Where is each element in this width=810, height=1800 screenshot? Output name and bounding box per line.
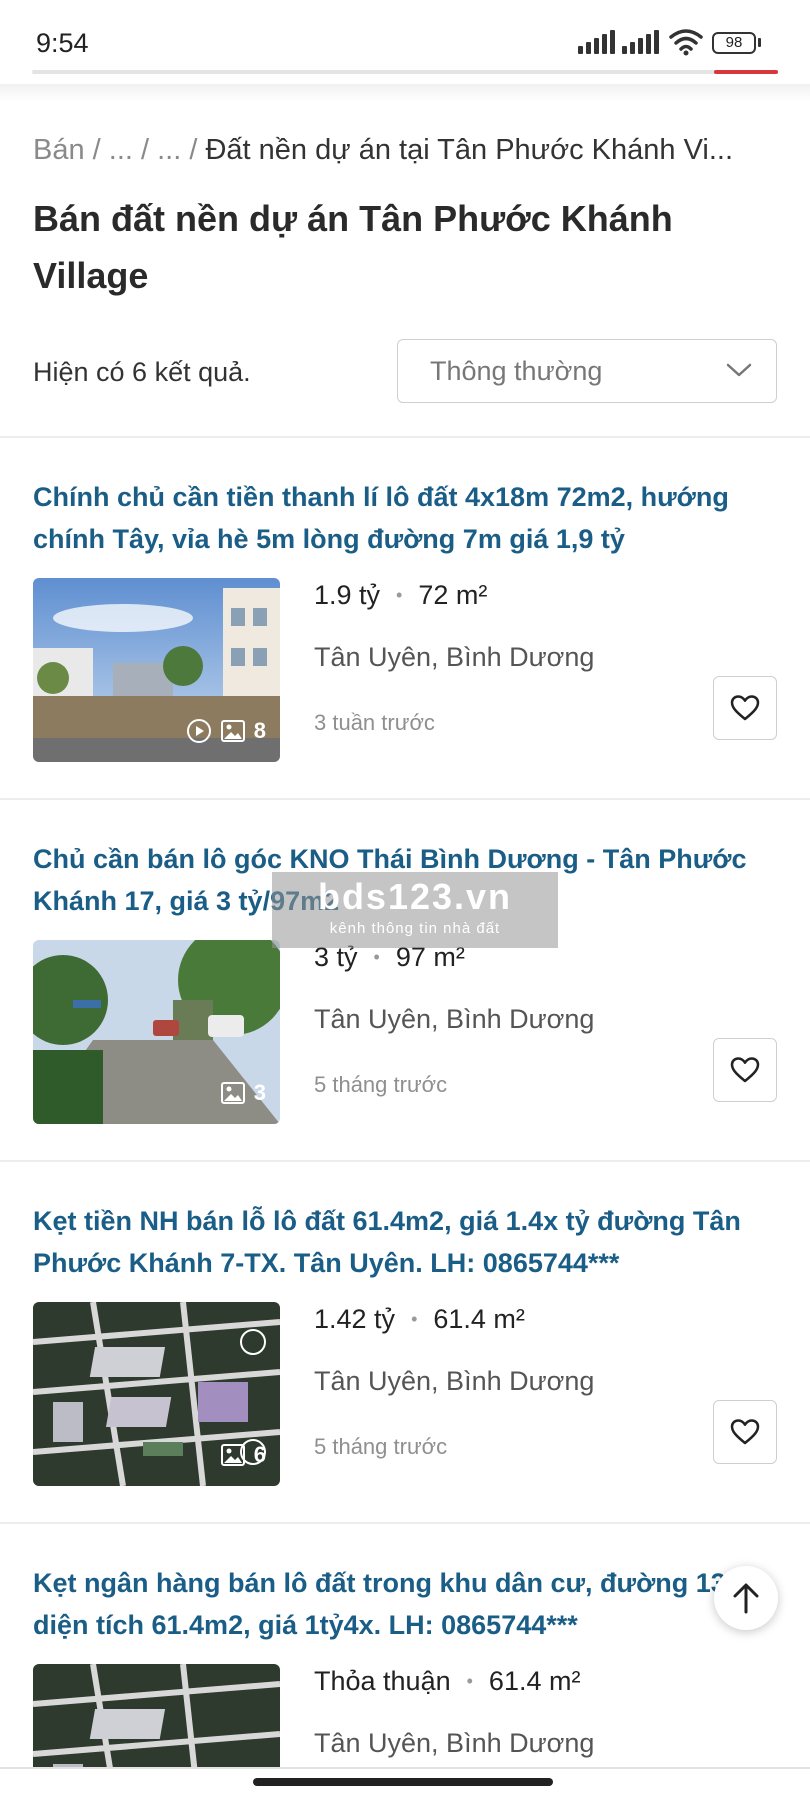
battery-icon: 98 <box>712 32 756 54</box>
save-favorite-button[interactable] <box>713 676 777 740</box>
listing-card[interactable]: Kẹt ngân hàng bán lô đất trong khu dân c… <box>0 1542 810 1767</box>
status-time: 9:54 <box>36 28 89 58</box>
breadcrumb-ellipsis-2[interactable]: ... <box>157 134 181 166</box>
divider <box>0 798 810 800</box>
listing-card[interactable]: Chính chủ cần tiền thanh lí lô đất 4x18m… <box>0 456 810 796</box>
scroll-to-top-button[interactable] <box>714 1566 778 1630</box>
page-title: Bán đất nền dự án Tân Phước Khánh Villag… <box>33 198 673 296</box>
result-count: Hiện có 6 kết quả. <box>33 357 251 387</box>
location: Tân Uyên, Bình Dương <box>314 1004 595 1034</box>
listing-title[interactable]: Kẹt tiền NH bán lỗ lô đất 61.4m2, giá 1.… <box>33 1200 773 1284</box>
battery-tip <box>758 38 761 47</box>
sort-dropdown[interactable]: Thông thường <box>397 339 777 403</box>
heart-icon <box>730 1419 760 1445</box>
home-indicator[interactable] <box>253 1778 553 1786</box>
divider <box>0 1522 810 1524</box>
image-count: 3 <box>253 1080 266 1105</box>
posted-time: 5 tháng trước <box>314 1072 448 1097</box>
signal-icon-2 <box>622 30 659 54</box>
image-icon <box>220 720 245 742</box>
save-favorite-button[interactable] <box>713 1038 777 1102</box>
sort-selected-value: Thông thường <box>430 356 603 386</box>
chevron-down-icon <box>726 363 752 377</box>
save-favorite-button[interactable] <box>713 1400 777 1464</box>
site-plan-image <box>33 1664 280 1767</box>
price: 1.42 tỷ <box>314 1304 396 1334</box>
listing-title[interactable]: Chính chủ cần tiền thanh lí lô đất 4x18m… <box>33 476 773 560</box>
signal-icon <box>578 30 615 54</box>
heart-icon <box>730 695 760 721</box>
image-count: 6 <box>253 1442 266 1467</box>
status-bar: 9:54 98 <box>0 0 810 70</box>
breadcrumb-current: Đất nền dự án tại Tân Phước Khánh Vi... <box>205 134 734 166</box>
posted-time: 3 tuần trước <box>314 710 435 735</box>
bottom-divider <box>0 1767 810 1769</box>
page-scroll-track <box>32 70 778 74</box>
price: 1.9 tỷ <box>314 580 381 610</box>
listing-title[interactable]: Kẹt ngân hàng bán lô đất trong khu dân c… <box>33 1562 773 1646</box>
wifi-icon <box>669 29 703 56</box>
breadcrumb: Bán / ... / ... / Đất nền dự án tại Tân … <box>33 134 734 166</box>
image-icon <box>220 1082 245 1104</box>
image-count: 8 <box>253 718 266 743</box>
listing-thumbnail[interactable]: 3 <box>33 940 280 1124</box>
arrow-up-icon <box>733 1583 759 1614</box>
listing-card[interactable]: Chủ cần bán lô góc KNO Thái Bình Dương -… <box>0 818 810 1158</box>
watermark-logo: bds123.vn <box>317 876 513 917</box>
listing-thumbnail[interactable]: 6 <box>33 1302 280 1486</box>
location: Tân Uyên, Bình Dương <box>314 1366 595 1396</box>
watermark: bds123.vn kênh thông tin nhà đất <box>272 872 558 948</box>
posted-time: 5 tháng trước <box>314 1434 448 1459</box>
media-count: 6 <box>220 1442 266 1468</box>
divider <box>0 1160 810 1162</box>
area: 72 m² <box>418 580 488 610</box>
breadcrumb-ellipsis-1[interactable]: ... <box>109 134 133 166</box>
play-icon <box>186 719 211 743</box>
media-count: 3 <box>220 1080 266 1106</box>
price: Thỏa thuận <box>314 1666 451 1696</box>
breadcrumb-root[interactable]: Bán <box>33 134 85 166</box>
location: Tân Uyên, Bình Dương <box>314 1728 595 1758</box>
price-area: Thỏa thuận • 61.4 m² <box>314 1666 581 1696</box>
listing-card[interactable]: Kẹt tiền NH bán lỗ lô đất 61.4m2, giá 1.… <box>0 1180 810 1520</box>
price-area: 1.42 tỷ • 61.4 m² <box>314 1304 525 1334</box>
listing-thumbnail[interactable] <box>33 1664 280 1767</box>
area: 61.4 m² <box>433 1304 525 1334</box>
area: 61.4 m² <box>488 1666 581 1696</box>
watermark-tagline: kênh thông tin nhà đất <box>329 920 501 937</box>
page-scroll-indicator <box>714 70 778 74</box>
media-count: 8 <box>186 718 266 744</box>
location: Tân Uyên, Bình Dương <box>314 642 595 672</box>
header-shadow <box>0 84 810 102</box>
divider <box>0 436 810 438</box>
heart-icon <box>730 1057 760 1083</box>
listing-thumbnail[interactable]: 8 <box>33 578 280 762</box>
price-area: 1.9 tỷ • 72 m² <box>314 580 488 610</box>
image-icon <box>220 1444 245 1466</box>
